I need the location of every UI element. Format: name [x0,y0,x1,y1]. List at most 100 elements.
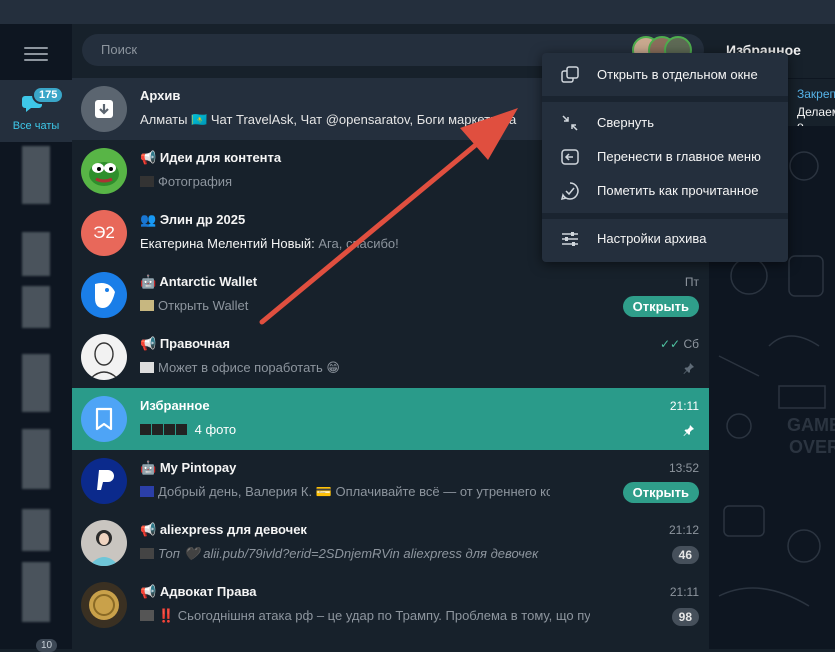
money-icon [140,300,154,311]
bot-icon: 🤖 [140,460,160,475]
chat-preview: 4 фото [140,422,610,437]
bot-icon: 🤖 [140,274,160,289]
menu-icon-line [24,47,48,49]
chat-row-saved-messages[interactable]: Избранное 21:11 4 фото [72,388,709,450]
seal-icon [89,590,119,620]
archive-context-menu: Открыть в отдельном окне Свернуть Перене… [542,53,788,262]
channel-icon: 📢 [140,584,160,599]
new-window-icon [561,66,579,83]
chat-title: 📢 Адвокат Права [140,584,257,600]
doc-thumb-icon [140,362,154,373]
chat-preview: Может в офисе поработать 😁 [140,360,610,376]
hamburger-menu-button[interactable] [22,44,50,64]
settings-sliders-icon [562,232,578,246]
chat-row[interactable]: 🤖 My Pintopay 13:52 Добрый день, Валерия… [72,450,709,512]
move-to-main-icon [561,149,579,165]
chat-time: 13:52 [668,461,699,475]
pintopay-avatar [81,458,127,504]
menu-item-collapse[interactable]: Свернуть [542,106,788,140]
menu-item-archive-settings[interactable]: Настройки архива [542,222,788,256]
menu-separator [542,96,788,102]
chat-row[interactable]: 📢 Адвокат Права 21:11 ‼️ Сьогоднішня ата… [72,574,709,636]
chat-preview: Фотография [140,174,610,189]
chat-title: 🤖 Antarctic Wallet [140,274,257,290]
wallpaper-doodle: OVER [789,437,835,457]
blurred-folder[interactable] [22,146,50,204]
photo-thumb-icon [152,424,163,435]
menu-item-mark-read[interactable]: Пометить как прочитанное [542,174,788,208]
menu-icon-line [24,53,48,55]
chat-title-text: aliexpress для девочек [159,522,307,537]
archive-avatar [81,86,127,132]
preview-text: Может в офисе поработать 😁 [158,360,340,375]
menu-item-label: Настройки архива [597,231,707,246]
chat-time: 21:12 [668,523,699,537]
chat-row[interactable]: 📢 Правочная ✓✓ Сб Может в офисе поработа… [72,326,709,388]
window-titlebar [0,0,835,24]
pin-icon [683,363,694,374]
chat-time: ✓✓ Сб [660,337,699,351]
menu-item-move-to-main[interactable]: Перенести в главное меню [542,140,788,174]
chat-time: 21:11 [669,399,699,413]
blurred-folder[interactable] [22,232,50,276]
person-photo-icon [89,530,119,566]
group-icon: 👥 [140,212,160,227]
image-thumb-icon [140,548,154,559]
blurred-folder[interactable] [22,562,50,622]
chat-title-text: My Pintopay [159,460,237,475]
open-app-button[interactable]: Открыть [622,296,699,317]
archive-box-icon [95,100,113,118]
channel-icon: 📢 [140,150,160,165]
unread-count-badge: 46 [671,546,699,564]
chat-time: Пт [684,275,699,289]
chat-title-text: Идеи для контента [159,150,282,165]
unread-count-badge: 98 [671,608,699,626]
preview-text: Ага, спасибо! [318,236,399,251]
blurred-folder[interactable] [22,286,50,328]
wallpaper-doodle: GAME [787,415,835,435]
preview-text: ‼️ Сьогоднішня атака рф – це удар по Тра… [158,608,590,623]
chat-preview: ‼️ Сьогоднішня атака рф – це удар по Тра… [140,608,590,624]
blurred-folder[interactable] [22,509,50,551]
saved-messages-avatar [81,396,127,442]
folder-label: Все чаты [12,120,60,132]
chat-title: 🤖 My Pintopay [140,460,236,476]
blurred-folder[interactable] [22,429,50,489]
chat-title-text: Правочная [159,336,230,351]
menu-item-label: Свернуть [597,115,655,130]
photo-thumb-icon [140,424,151,435]
channel-icon: 📢 [140,522,160,537]
photo-thumb-icon [176,424,187,435]
menu-icon-line [24,59,48,61]
open-app-button[interactable]: Открыть [622,482,699,503]
frog-icon [89,162,119,186]
mark-read-icon [560,182,579,201]
photo-thumb-icon [140,176,154,187]
preview-text: Фотография [158,174,233,189]
blurred-folder[interactable] [22,354,50,412]
chat-title-text: Antarctic Wallet [159,274,258,289]
chat-title: 📢 Правочная [140,336,230,352]
wallet-avatar [81,272,127,318]
double-check-icon: ✓✓ [660,337,684,351]
advokat-avatar [81,582,127,628]
channel-icon: 📢 [140,336,160,351]
unread-badge: 175 [32,86,65,104]
pinned-title: Закреплё [797,87,835,101]
chat-preview: Екатерина Мелентий Новый: Ага, спасибо! [140,236,610,251]
menu-separator [542,213,788,219]
folder-all-chats[interactable]: 175 Все чаты [0,80,72,142]
menu-item-open-new-window[interactable]: Открыть в отдельном окне [542,58,788,92]
pintopay-logo-icon [97,470,114,490]
face-sketch-icon [90,342,118,379]
sender-name: Екатерина Мелентий Новый: [140,236,315,251]
preview-text: Топ 🖤 alii.pub/79ivld?erid=2SDnjemRVin a… [158,546,539,561]
chat-row[interactable]: 🤖 Antarctic Wallet Пт Открыть Wallet Отк… [72,264,709,326]
chat-title: Архив [140,88,181,103]
bookmark-icon [95,407,113,431]
chat-time: 21:11 [669,585,699,599]
chat-title-text: Адвокат Права [159,584,257,599]
chat-row[interactable]: 📢 aliexpress для девочек 21:12 Топ 🖤 ali… [72,512,709,574]
chat-title: 👥 Элин др 2025 [140,212,245,228]
chat-title: 📢 Идеи для контента [140,150,281,166]
